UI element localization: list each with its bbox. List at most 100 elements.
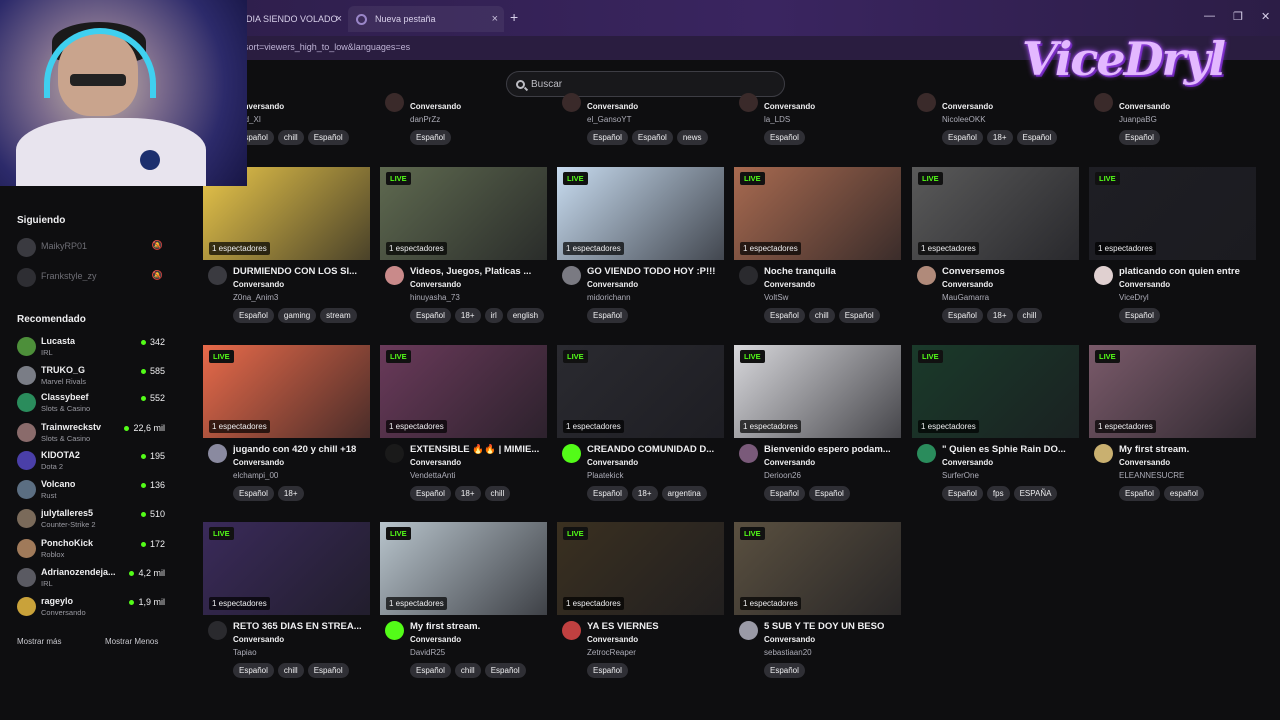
- tag-chip[interactable]: Español: [1119, 130, 1160, 145]
- stream-category[interactable]: Conversando: [410, 458, 461, 467]
- tag-chip[interactable]: gaming: [277, 308, 317, 323]
- stream-category[interactable]: Conversando: [410, 280, 461, 289]
- stream-card-partial[interactable]: Conversando el_GansoYT Español Español news: [557, 93, 725, 147]
- tag-chip[interactable]: chill: [277, 663, 304, 678]
- tag-chip[interactable]: Español: [942, 486, 983, 501]
- avatar[interactable]: [562, 266, 581, 285]
- stream-category[interactable]: Conversando: [942, 458, 993, 467]
- stream-username[interactable]: VoltSw: [764, 293, 788, 302]
- stream-card[interactable]: LIVE 1 espectadores Conversemos Conversando…: [912, 167, 1080, 327]
- stream-username[interactable]: ViceDryl: [1119, 293, 1149, 302]
- stream-thumbnail[interactable]: LIVE 1 espectadores: [380, 167, 547, 260]
- new-tab-button[interactable]: +: [510, 9, 518, 25]
- stream-thumbnail[interactable]: LIVE 1 espectadores: [734, 167, 901, 260]
- tag-chip[interactable]: 18+: [986, 308, 1013, 323]
- tag-chip[interactable]: argentina: [661, 486, 707, 501]
- sidebar-item-recommended[interactable]: TRUKO_G Marvel Rivals 585: [17, 364, 167, 390]
- browser-tab-2[interactable]: Nueva pestaña ×: [348, 6, 504, 32]
- stream-username[interactable]: midorichann: [587, 293, 631, 302]
- stream-title[interactable]: Bienvenido espero podam...: [764, 444, 898, 455]
- tag-chip[interactable]: 18+: [631, 486, 658, 501]
- stream-category[interactable]: Conversando: [233, 280, 284, 289]
- avatar[interactable]: [917, 266, 936, 285]
- stream-card[interactable]: LIVE 1 espectadores Bienvenido espero poda…: [734, 345, 902, 505]
- tag-chip[interactable]: Español: [233, 308, 274, 323]
- stream-username[interactable]: MauGamarra: [942, 293, 989, 302]
- avatar[interactable]: [1094, 266, 1113, 285]
- avatar[interactable]: [917, 444, 936, 463]
- stream-thumbnail[interactable]: LIVE 1 espectadores: [557, 522, 724, 615]
- stream-card[interactable]: LIVE 1 espectadores GO VIENDO TODO HOY :P!…: [557, 167, 725, 327]
- stream-category[interactable]: Conversando: [233, 458, 284, 467]
- close-window-icon[interactable]: ✕: [1261, 10, 1270, 23]
- tag-chip[interactable]: 18+: [454, 486, 481, 501]
- stream-thumbnail[interactable]: LIVE 1 espectadores: [734, 345, 901, 438]
- sidebar-item-recommended[interactable]: KIDOTA2 Dota 2 195: [17, 449, 167, 475]
- sidebar-item-recommended[interactable]: PonchoKick Roblox 172: [17, 537, 167, 563]
- tag-chip[interactable]: chill: [484, 486, 511, 501]
- tag-chip[interactable]: Español: [484, 663, 526, 678]
- tag-chip[interactable]: Español: [410, 486, 451, 501]
- avatar[interactable]: [208, 621, 227, 640]
- tag-chip[interactable]: Español: [838, 308, 880, 323]
- tag-chip[interactable]: Español: [233, 663, 274, 678]
- avatar[interactable]: [562, 621, 581, 640]
- tag-chip[interactable]: 18+: [454, 308, 481, 323]
- stream-thumbnail[interactable]: LIVE 1 espectadores: [912, 167, 1079, 260]
- stream-username[interactable]: ELEANNESUCRE: [1119, 471, 1184, 480]
- tag-chip[interactable]: chill: [454, 663, 481, 678]
- stream-card[interactable]: LIVE 1 espectadores jugando con 420 y chil…: [203, 345, 371, 505]
- stream-category[interactable]: Conversando: [764, 458, 815, 467]
- sidebar-item-recommended[interactable]: Trainwreckstv Slots & Casino 22,6 mil: [17, 421, 167, 447]
- tag-chip[interactable]: chill: [277, 130, 304, 145]
- avatar[interactable]: [739, 621, 758, 640]
- avatar[interactable]: [739, 266, 758, 285]
- stream-title[interactable]: DURMIENDO CON LOS SI...: [233, 266, 367, 277]
- search-input[interactable]: [531, 78, 771, 90]
- tag-chip[interactable]: Español: [587, 130, 628, 145]
- stream-username[interactable]: VendettaAnti: [410, 471, 455, 480]
- show-more-link[interactable]: Mostrar más: [17, 637, 61, 646]
- avatar[interactable]: [739, 444, 758, 463]
- tag-chip[interactable]: Español: [1016, 130, 1058, 145]
- sidebar-item-recommended[interactable]: Adrianozendeja... IRL 4,2 mil: [17, 566, 167, 592]
- tag-chip[interactable]: Español: [942, 130, 983, 145]
- tag-chip[interactable]: chill: [808, 308, 835, 323]
- tag-chip[interactable]: Español: [808, 486, 850, 501]
- stream-thumbnail[interactable]: LIVE 1 espectadores: [1089, 167, 1256, 260]
- stream-username[interactable]: elchampi_00: [233, 471, 278, 480]
- stream-username[interactable]: ZetrocReaper: [587, 648, 636, 657]
- stream-title[interactable]: CREANDO COMUNIDAD D...: [587, 444, 721, 455]
- stream-card[interactable]: 1 espectadores DURMIENDO CON LOS SI... Con…: [203, 167, 371, 327]
- stream-title[interactable]: 5 SUB Y TE DOY UN BESO: [764, 621, 898, 632]
- stream-card[interactable]: LIVE 1 espectadores Noche tranquila Convers…: [734, 167, 902, 327]
- show-less-link[interactable]: Mostrar Menos: [105, 637, 158, 646]
- avatar[interactable]: [562, 444, 581, 463]
- sidebar-item-recommended[interactable]: julytalleres5 Counter-Strike 2 510: [17, 507, 167, 533]
- stream-card[interactable]: LIVE 1 espectadores RETO 365 DIAS EN STREA…: [203, 522, 371, 682]
- sidebar-item-recommended[interactable]: Volcano Rust 136: [17, 478, 167, 504]
- stream-card[interactable]: LIVE 1 espectadores My first stream. Conver…: [1089, 345, 1257, 505]
- tag-chip[interactable]: chill: [1016, 308, 1043, 323]
- tag-chip[interactable]: Español: [587, 308, 628, 323]
- tag-chip[interactable]: irl: [484, 308, 503, 323]
- stream-username[interactable]: sebastiaan20: [764, 648, 812, 657]
- stream-title[interactable]: " Quien es Sphie Rain DO...: [942, 444, 1076, 455]
- stream-title[interactable]: GO VIENDO TODO HOY :P!!!: [587, 266, 721, 277]
- tag-chip[interactable]: Español: [764, 663, 805, 678]
- tag-chip[interactable]: Español: [587, 486, 628, 501]
- stream-title[interactable]: My first stream.: [1119, 444, 1253, 455]
- stream-card[interactable]: LIVE 1 espectadores 5 SUB Y TE DOY UN BESO…: [734, 522, 902, 682]
- stream-thumbnail[interactable]: LIVE 1 espectadores: [734, 522, 901, 615]
- tag-chip[interactable]: Español: [410, 130, 451, 145]
- stream-username[interactable]: DavidR25: [410, 648, 445, 657]
- stream-thumbnail[interactable]: LIVE 1 espectadores: [557, 167, 724, 260]
- avatar[interactable]: [385, 266, 404, 285]
- stream-thumbnail[interactable]: LIVE 1 espectadores: [557, 345, 724, 438]
- tag-chip[interactable]: news: [676, 130, 708, 145]
- browser-tab-1[interactable]: DIA SIENDO VOLADO ×: [240, 6, 348, 32]
- tag-chip[interactable]: español: [1163, 486, 1204, 501]
- stream-category[interactable]: Conversando: [1119, 458, 1170, 467]
- stream-category[interactable]: Conversando: [764, 280, 815, 289]
- stream-title[interactable]: My first stream.: [410, 621, 544, 632]
